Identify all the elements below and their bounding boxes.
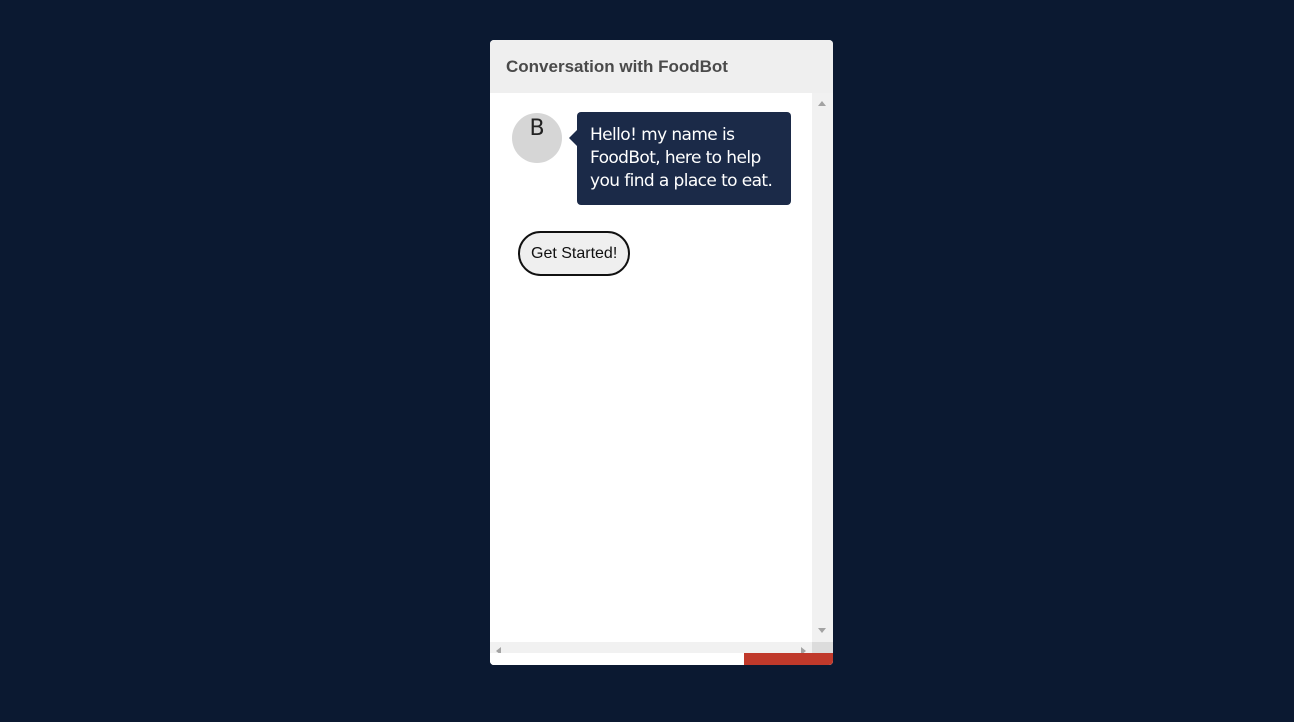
send-button[interactable] xyxy=(744,653,833,665)
bot-avatar: B xyxy=(512,113,562,163)
chat-window: Conversation with FoodBot B Hello! my na… xyxy=(490,40,833,665)
scroll-down-arrow-icon[interactable] xyxy=(818,628,826,633)
scrollbar-corner xyxy=(812,642,833,653)
horizontal-scrollbar[interactable] xyxy=(490,642,812,653)
vertical-scrollbar[interactable] xyxy=(812,93,833,642)
chat-header: Conversation with FoodBot xyxy=(490,40,833,93)
chat-title: Conversation with FoodBot xyxy=(506,57,728,76)
scroll-up-arrow-icon[interactable] xyxy=(818,101,826,106)
message-input[interactable] xyxy=(490,653,744,665)
bot-message-bubble: Hello! my name is FoodBot, here to help … xyxy=(569,112,791,205)
message-list[interactable]: B Hello! my name is FoodBot, here to hel… xyxy=(490,93,812,642)
composer-bar xyxy=(490,653,833,665)
get-started-button[interactable]: Get Started! xyxy=(518,231,631,276)
